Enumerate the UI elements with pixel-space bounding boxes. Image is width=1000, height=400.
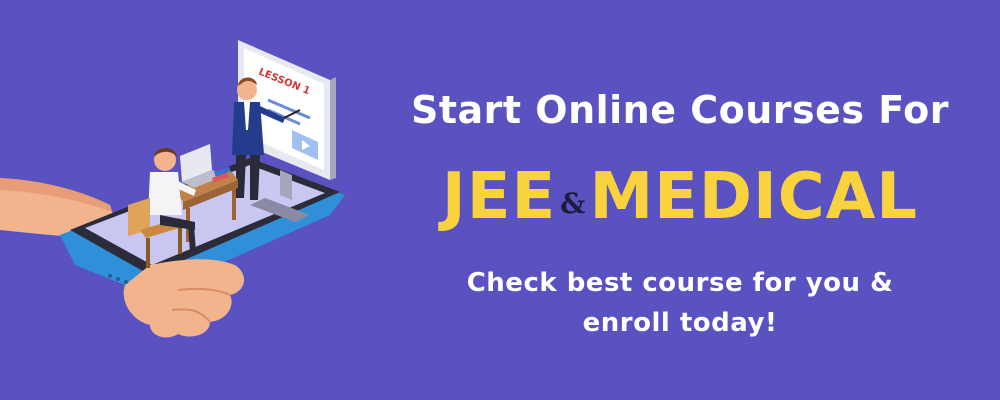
exam-line: JEE &MEDICAL bbox=[380, 160, 980, 234]
ampersand: & bbox=[560, 186, 586, 220]
promo-text: Start Online Courses For JEE &MEDICAL Che… bbox=[380, 0, 980, 400]
exam-medical: MEDICAL bbox=[589, 160, 919, 234]
promo-banner: LESSON 1 Start Online Courses For JEE &M… bbox=[0, 0, 1000, 400]
subline-1: Check best course for you & bbox=[466, 268, 894, 298]
subline-2: enroll today! bbox=[582, 308, 778, 338]
phone-classroom-illustration: LESSON 1 bbox=[0, 30, 370, 380]
headline: Start Online Courses For bbox=[410, 88, 950, 132]
exam-jee: JEE bbox=[441, 160, 557, 234]
